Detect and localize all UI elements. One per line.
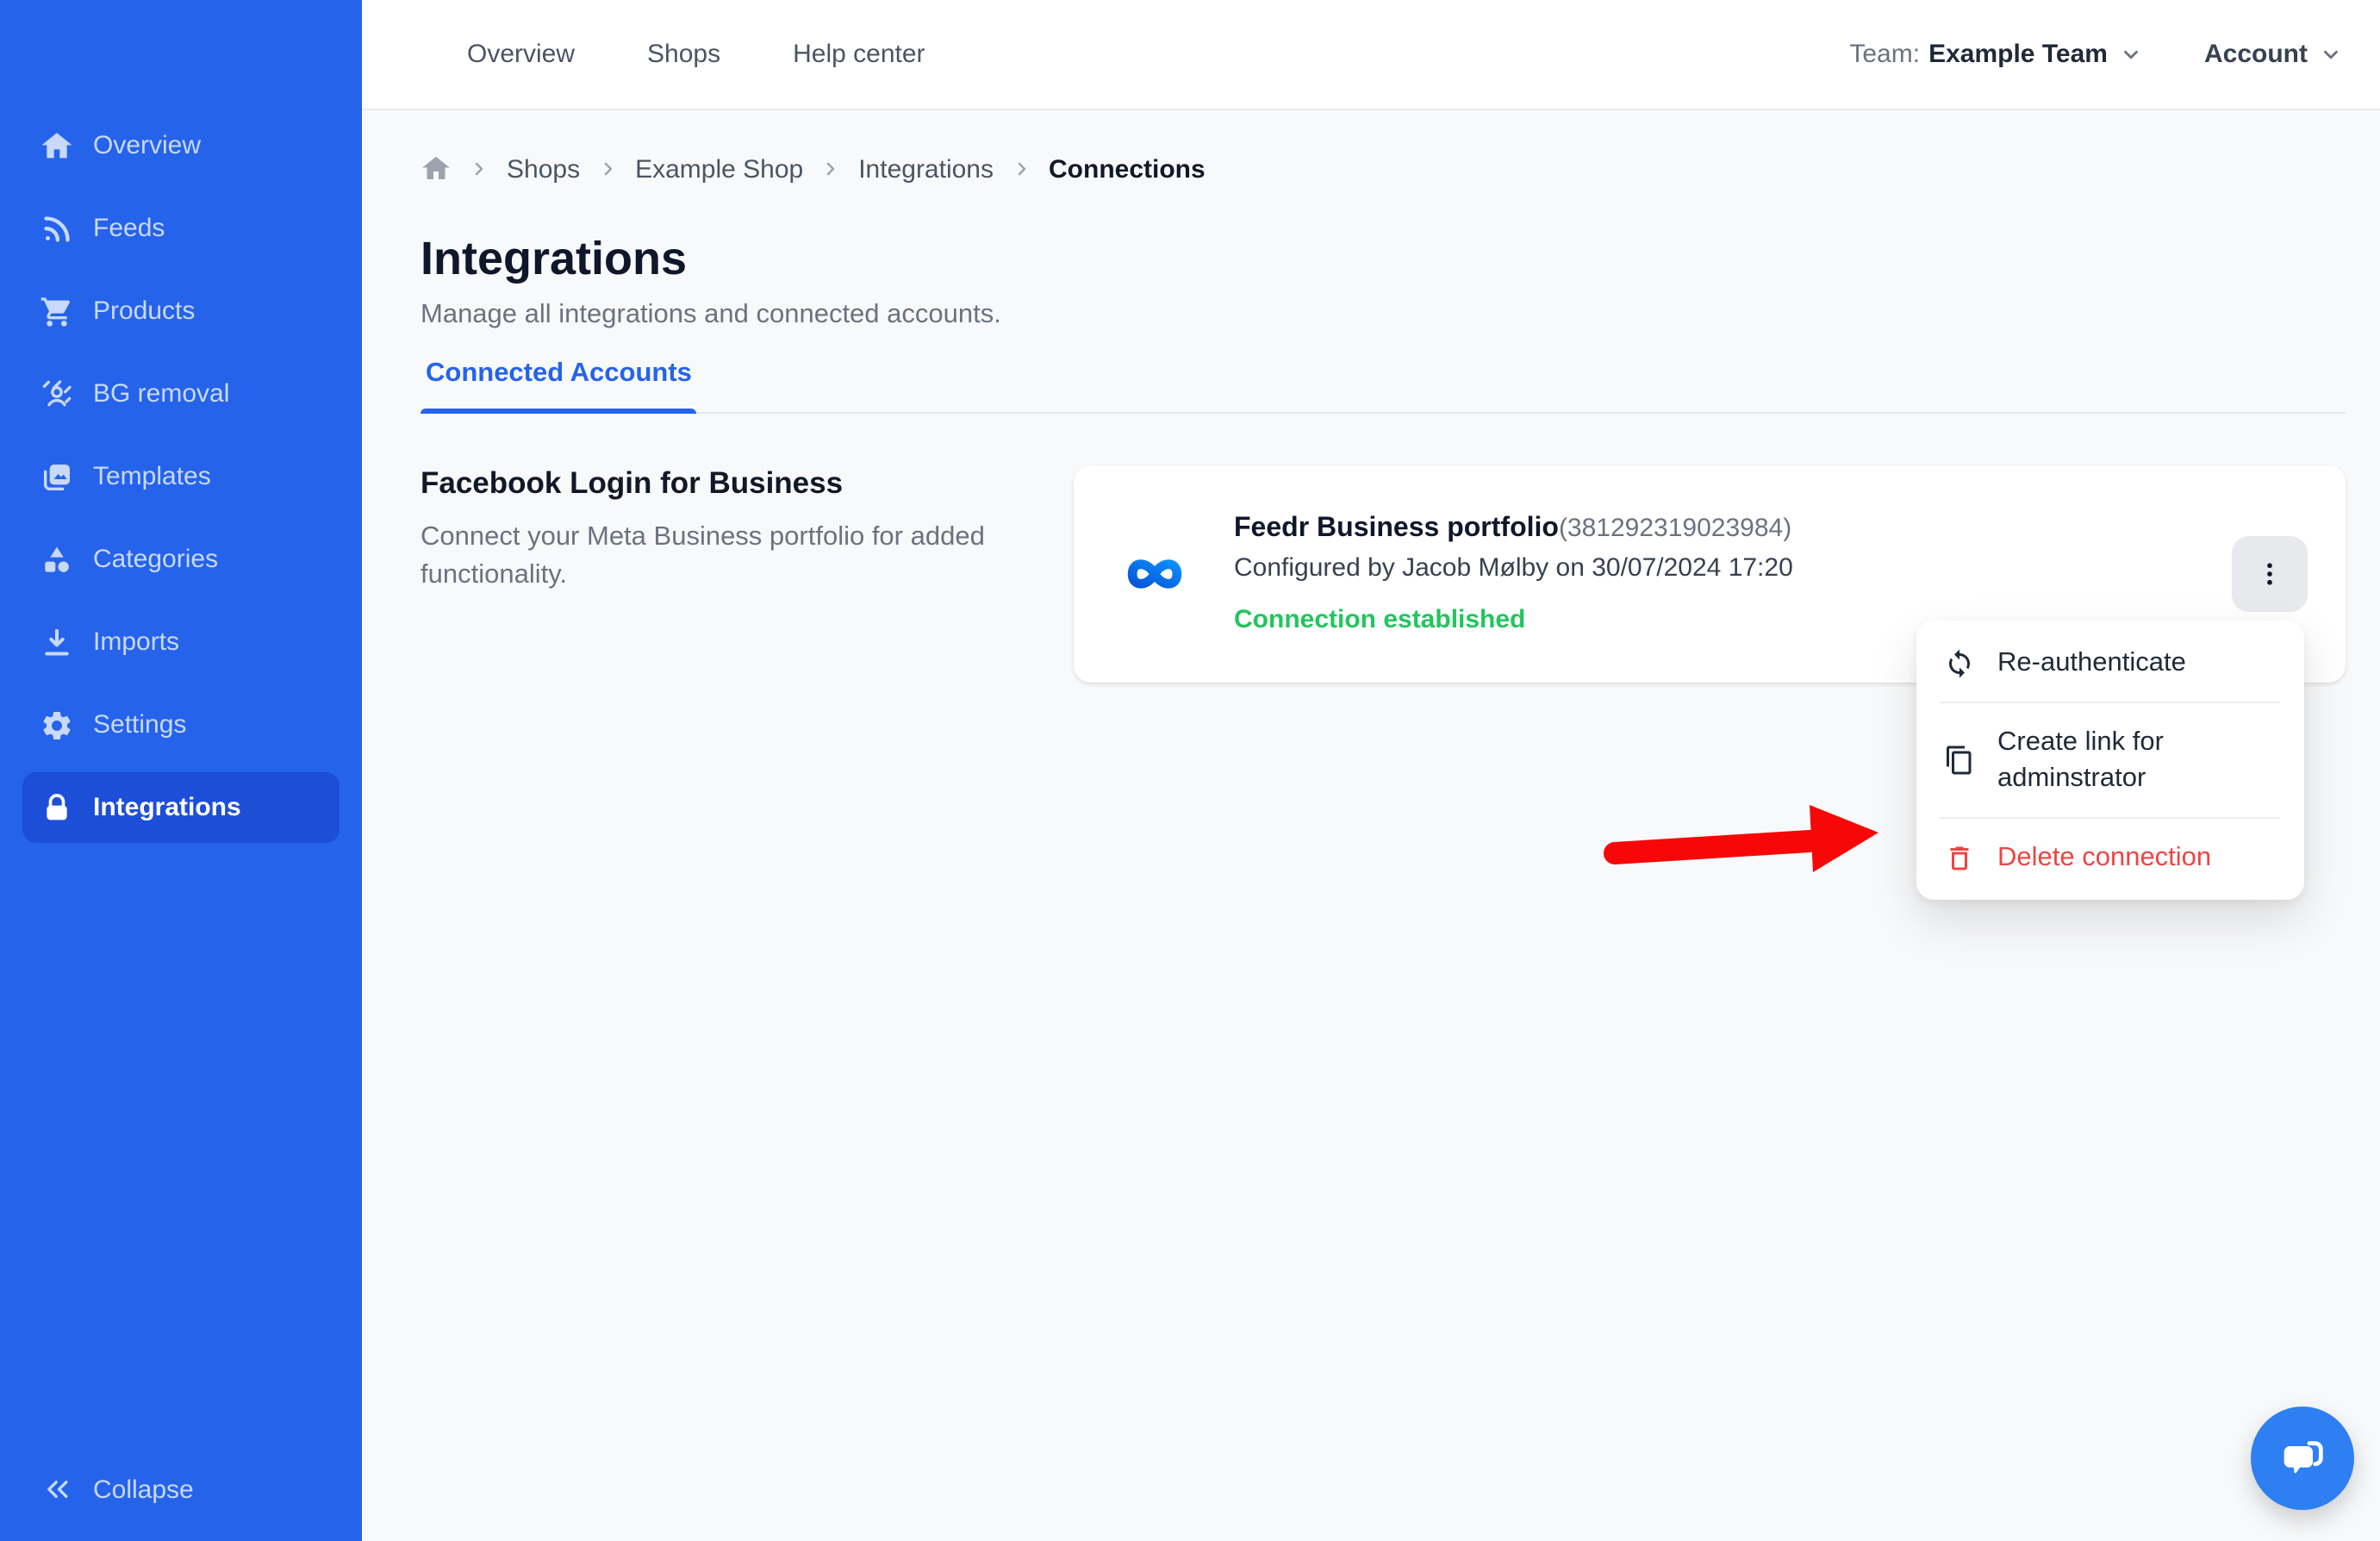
vertical-ellipsis-icon xyxy=(2254,558,2285,590)
home-icon[interactable] xyxy=(421,153,452,184)
sidebar-item-label: Imports xyxy=(93,627,179,657)
sidebar-item-templates[interactable]: Templates xyxy=(22,441,340,512)
templates-icon xyxy=(40,459,74,494)
team-label: Team: xyxy=(1849,40,1920,69)
account-label: Account xyxy=(2204,40,2308,69)
integration-heading: Facebook Login for Business xyxy=(421,465,1024,502)
account-menu[interactable]: Account xyxy=(2204,40,2342,69)
chevron-right-icon xyxy=(469,159,489,179)
chevron-right-icon xyxy=(820,159,841,179)
cart-icon xyxy=(40,294,74,328)
sidebar-item-feeds[interactable]: Feeds xyxy=(22,193,340,264)
refresh-icon xyxy=(1944,647,1975,678)
sidebar-item-label: Feeds xyxy=(93,214,165,243)
chat-widget-button[interactable] xyxy=(2251,1407,2354,1510)
connection-context-menu: Re-authenticate Create link for adminstr… xyxy=(1916,621,2304,900)
sidebar-item-label: BG removal xyxy=(93,379,229,409)
breadcrumb-shops[interactable]: Shops xyxy=(507,154,580,184)
tab-bar: Connected Accounts xyxy=(421,359,2346,414)
sidebar-item-bg-removal[interactable]: BG removal xyxy=(22,359,340,429)
topnav-overview-link[interactable]: Overview xyxy=(467,40,575,69)
integration-info: Facebook Login for Business Connect your… xyxy=(421,465,1024,595)
sidebar-item-overview[interactable]: Overview xyxy=(22,110,340,181)
menu-item-label: Re-authenticate xyxy=(1997,645,2186,681)
sidebar-item-imports[interactable]: Imports xyxy=(22,607,340,677)
chevron-right-icon xyxy=(1011,159,1031,179)
integration-description: Connect your Meta Business portfolio for… xyxy=(421,519,1024,595)
trash-icon xyxy=(1944,842,1975,873)
chevron-down-icon xyxy=(2120,43,2142,66)
sidebar-item-label: Integrations xyxy=(93,793,241,822)
menu-item-delete-connection[interactable]: Delete connection xyxy=(1916,819,2304,896)
menu-item-label: Delete connection xyxy=(1997,839,2211,876)
menu-item-label: Create link for adminstrator xyxy=(1997,724,2277,796)
breadcrumb-connections: Connections xyxy=(1049,154,1206,184)
connection-name: Feedr Business portfolio xyxy=(1234,514,1559,543)
main-area: Overview Shops Help center Team: Example… xyxy=(362,0,2380,1541)
sidebar-item-label: Templates xyxy=(93,462,211,491)
lock-icon xyxy=(40,790,74,825)
chat-bubbles-icon xyxy=(2275,1431,2330,1486)
page-title: Integrations xyxy=(421,229,2346,288)
sidebar: Overview Feeds Products xyxy=(0,0,362,1541)
collapse-label: Collapse xyxy=(93,1475,194,1504)
breadcrumb: Shops Example Shop Integrations Connecti… xyxy=(421,153,2346,184)
topnav-help-center-link[interactable]: Help center xyxy=(793,40,925,69)
copy-icon xyxy=(1944,745,1975,776)
page-subtitle: Manage all integrations and connected ac… xyxy=(421,300,2346,331)
breadcrumb-example-shop[interactable]: Example Shop xyxy=(635,154,803,184)
double-chevron-left-icon xyxy=(40,1472,74,1507)
sidebar-item-categories[interactable]: Categories xyxy=(22,524,340,595)
categories-icon xyxy=(40,542,74,577)
team-selector[interactable]: Team: Example Team xyxy=(1849,40,2142,69)
topnav-links: Overview Shops Help center xyxy=(467,40,925,69)
connection-configured-by: Configured by Jacob Mølby on 30/07/2024 … xyxy=(1234,553,1793,583)
menu-item-create-admin-link[interactable]: Create link for adminstrator xyxy=(1916,703,2304,817)
sidebar-item-label: Overview xyxy=(93,131,201,160)
connection-name-row: Feedr Business portfolio(381292319023984… xyxy=(1234,514,1793,545)
chevron-right-icon xyxy=(597,159,618,179)
sidebar-item-integrations[interactable]: Integrations xyxy=(22,772,340,843)
app-window: Overview Feeds Products xyxy=(0,0,2380,1541)
top-navigation: Overview Shops Help center Team: Example… xyxy=(362,0,2380,110)
topnav-shops-link[interactable]: Shops xyxy=(647,40,720,69)
topnav-right: Team: Example Team Account xyxy=(1849,40,2380,69)
content-area: Shops Example Shop Integrations Connecti… xyxy=(362,110,2380,1541)
meta-logo xyxy=(1118,550,1191,598)
rss-icon xyxy=(40,211,74,246)
sidebar-item-label: Settings xyxy=(93,710,186,739)
home-icon xyxy=(40,128,74,163)
chevron-down-icon xyxy=(2320,43,2342,66)
team-name: Example Team xyxy=(1928,40,2108,69)
connection-status: Connection established xyxy=(1234,605,1793,634)
sidebar-item-settings[interactable]: Settings xyxy=(22,689,340,760)
connection-details: Feedr Business portfolio(381292319023984… xyxy=(1234,514,1793,634)
download-icon xyxy=(40,625,74,659)
sidebar-item-label: Products xyxy=(93,296,195,326)
breadcrumb-integrations[interactable]: Integrations xyxy=(858,154,994,184)
bg-removal-icon xyxy=(40,377,74,411)
sidebar-item-label: Categories xyxy=(93,545,218,574)
connection-actions-button[interactable] xyxy=(2232,536,2308,612)
menu-item-reauthenticate[interactable]: Re-authenticate xyxy=(1916,624,2304,702)
sidebar-collapse-button[interactable]: Collapse xyxy=(22,1465,340,1513)
tab-connected-accounts[interactable]: Connected Accounts xyxy=(421,359,697,412)
gear-icon xyxy=(40,708,74,742)
connection-account-id: (381292319023984) xyxy=(1559,514,1791,543)
sidebar-item-products[interactable]: Products xyxy=(22,276,340,346)
